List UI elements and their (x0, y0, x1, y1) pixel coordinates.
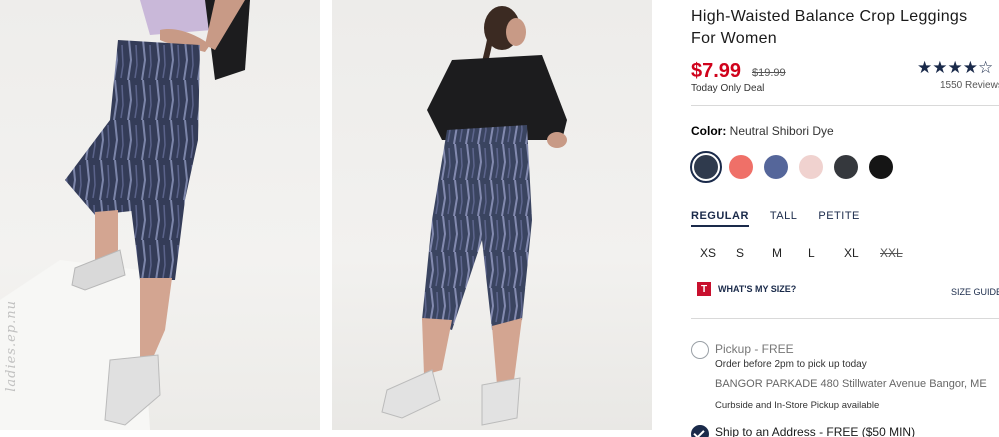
size-option[interactable]: XL (844, 246, 880, 260)
size-option[interactable]: XXL (880, 246, 916, 260)
color-swatch[interactable] (764, 155, 788, 179)
model-back-illustration (381, 6, 567, 426)
size-option[interactable]: L (808, 246, 844, 260)
ship-label[interactable]: Ship to an Address - FREE ($50 MIN) (715, 425, 915, 437)
color-label: Color: Neutral Shibori Dye (691, 124, 834, 138)
color-swatch[interactable] (834, 155, 858, 179)
product-details-panel: High-Waisted Balance Crop Leggings For W… (690, 0, 999, 437)
model-legs-illustration (0, 0, 250, 430)
product-image-2[interactable] (332, 0, 652, 430)
size-guide-link[interactable]: SIZE GUIDE (951, 287, 999, 297)
size-option[interactable]: XS (700, 246, 736, 260)
color-swatch[interactable] (799, 155, 823, 179)
color-value: Neutral Shibori Dye (729, 124, 834, 138)
whats-my-size-label: WHAT'S MY SIZE? (718, 284, 797, 294)
product-image-1[interactable]: ladies.ep.nu (0, 0, 320, 430)
original-price: $19.99 (752, 67, 786, 79)
fit-tab[interactable]: REGULAR (691, 210, 749, 227)
fit-tab[interactable]: PETITE (818, 210, 860, 227)
curbside-text: Curbside and In-Store Pickup available (715, 400, 880, 411)
true-fit-icon: T (697, 282, 711, 296)
fit-tabs: REGULAR TALL PETITE (691, 210, 860, 227)
color-label-key: Color: (691, 124, 727, 138)
pickup-radio[interactable] (691, 341, 709, 359)
color-swatch[interactable] (690, 151, 722, 183)
pickup-subtext: Order before 2pm to pick up today (715, 359, 867, 370)
checkmark-icon (693, 427, 705, 437)
deal-text: Today Only Deal (691, 83, 765, 94)
fit-tab[interactable]: TALL (770, 210, 797, 227)
color-swatches (690, 151, 893, 183)
color-swatch[interactable] (869, 155, 893, 179)
rating-stars[interactable]: ★★★★☆ (917, 58, 993, 78)
product-title: High-Waisted Balance Crop Leggings For W… (691, 8, 968, 47)
size-option[interactable]: M (772, 246, 808, 260)
pickup-label[interactable]: Pickup - FREE (715, 342, 794, 356)
watermark: ladies.ep.nu (4, 300, 19, 392)
store-address[interactable]: BANGOR PARKADE 480 Stillwater Avenue Ban… (715, 378, 987, 390)
divider (691, 105, 999, 106)
size-option[interactable]: S (736, 246, 772, 260)
whats-my-size-button[interactable]: T WHAT'S MY SIZE? (697, 282, 796, 296)
reviews-link[interactable]: 1550 Reviews (940, 80, 999, 91)
divider (691, 318, 999, 319)
color-swatch[interactable] (729, 155, 753, 179)
sale-price: $7.99 (691, 60, 742, 82)
size-selector: XS S M L XL XXL (700, 246, 916, 260)
ship-radio[interactable] (691, 425, 709, 437)
